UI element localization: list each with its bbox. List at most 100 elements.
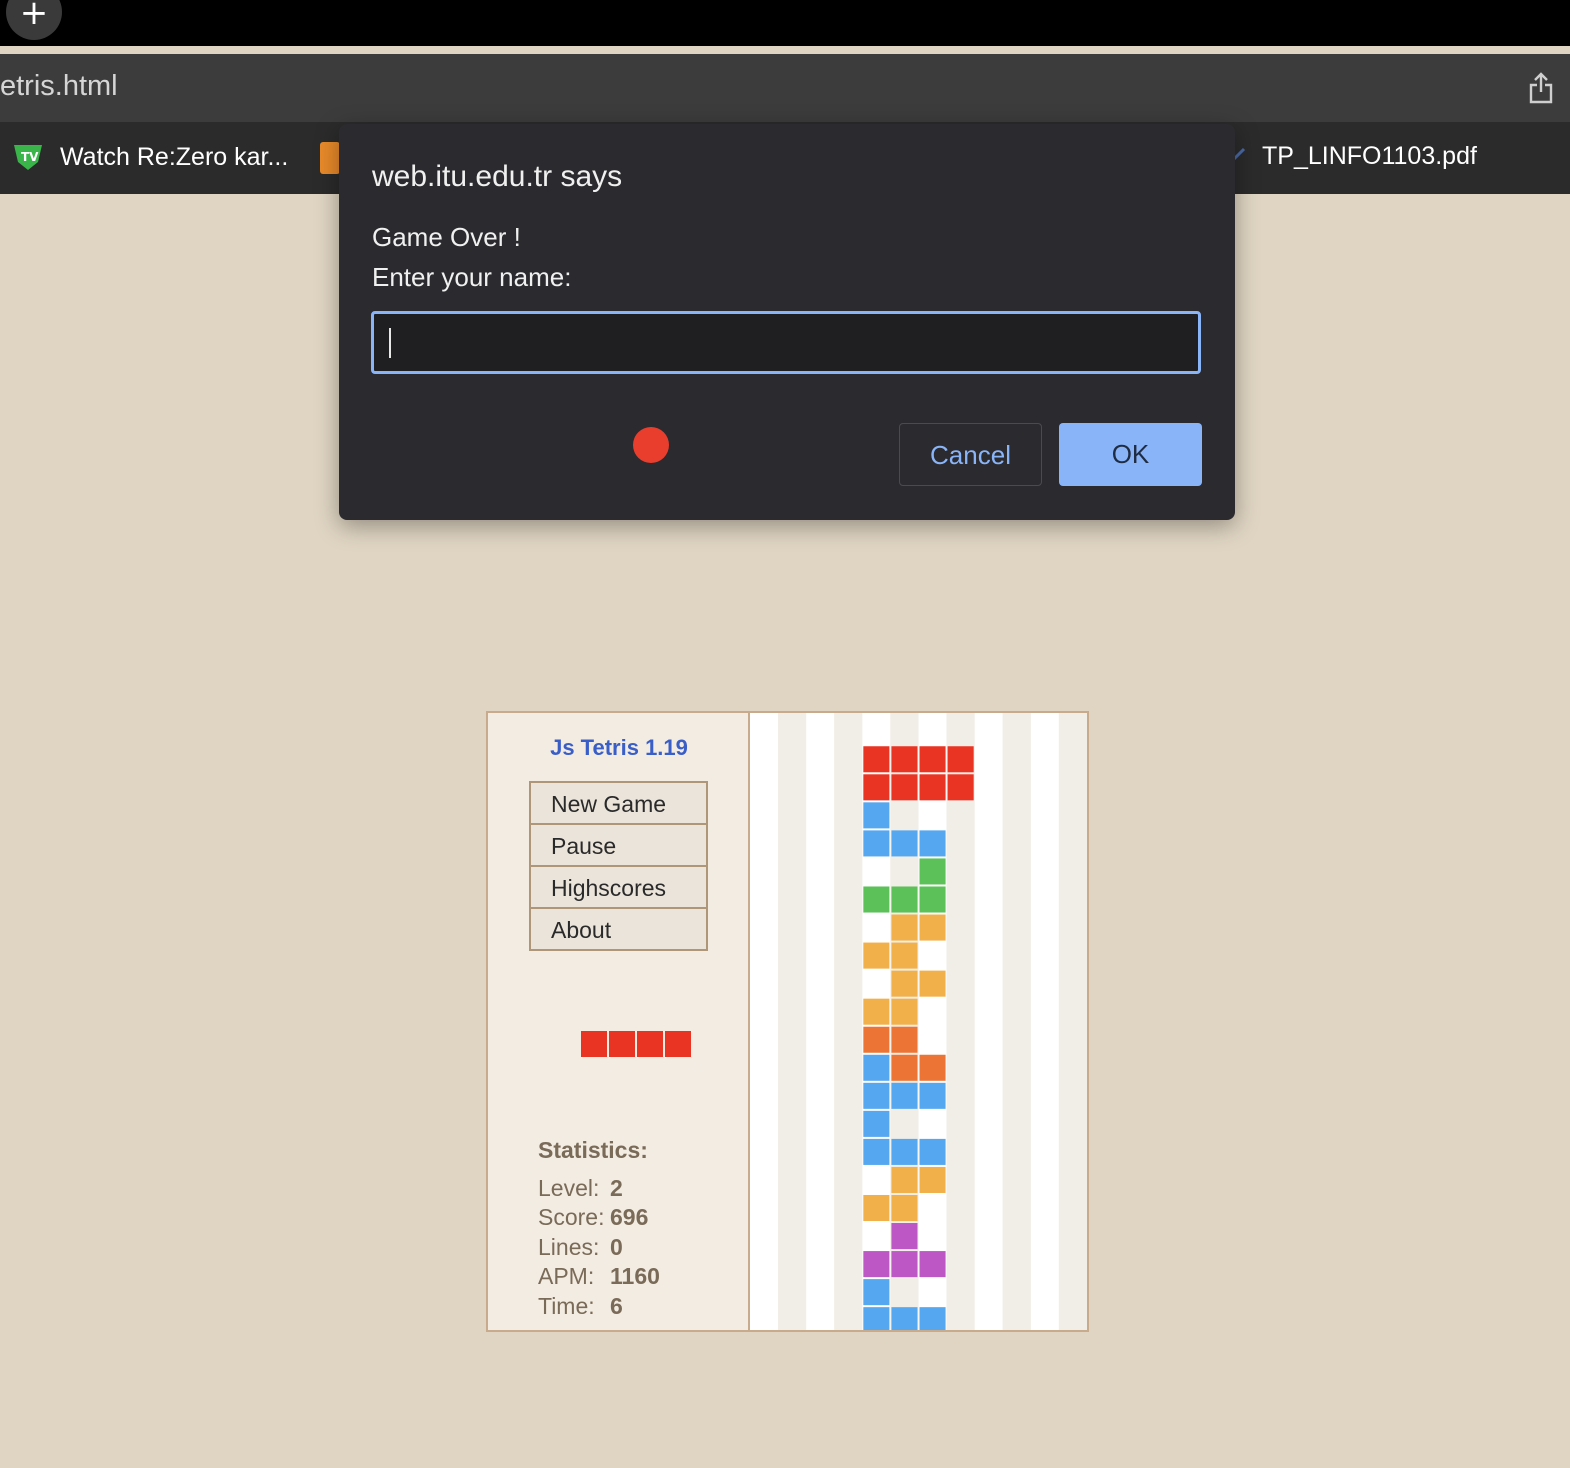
board-block <box>891 1026 918 1053</box>
board-block <box>919 1054 946 1081</box>
board-block <box>863 774 890 801</box>
board-block <box>863 1054 890 1081</box>
board-column <box>974 713 1003 1330</box>
new-tab-button[interactable]: + <box>6 0 62 40</box>
board-block <box>947 746 974 773</box>
board-block <box>891 998 918 1025</box>
bookmark-rezero[interactable]: TV Watch Re:Zero kar... <box>12 142 288 172</box>
board-block <box>891 970 918 997</box>
game-side-panel: Js Tetris 1.19 New Game Pause Highscores… <box>488 713 750 1330</box>
board-block <box>863 998 890 1025</box>
board-column <box>778 713 807 1330</box>
next-piece-block <box>665 1031 691 1057</box>
board-block <box>919 746 946 773</box>
tetris-board[interactable] <box>750 713 1087 1330</box>
game-title: Js Tetris 1.19 <box>550 735 688 760</box>
dialog-prompt-label: Enter your name: <box>372 262 572 292</box>
board-block <box>863 1194 890 1222</box>
board-column <box>1058 713 1087 1330</box>
board-column <box>1030 713 1059 1330</box>
board-block <box>863 746 890 773</box>
cursor-dot <box>633 427 669 463</box>
ok-button[interactable]: OK <box>1059 423 1202 486</box>
next-piece-block <box>581 1031 607 1057</box>
board-block <box>919 1307 946 1330</box>
board-block <box>891 1223 918 1250</box>
board-block <box>891 914 918 941</box>
board-block <box>891 1194 918 1222</box>
board-block <box>891 1054 918 1081</box>
bookmark-tp-pdf[interactable]: TP_LINFO1103.pdf <box>1230 142 1477 171</box>
menu-about[interactable]: About <box>531 909 706 949</box>
tv-shield-icon: TV <box>14 145 42 170</box>
board-block <box>919 858 946 885</box>
next-piece-block <box>637 1031 663 1057</box>
stat-value: 2 <box>610 1175 623 1201</box>
tab-strip: + <box>0 0 1570 46</box>
bookmark-label: TP_LINFO1103.pdf <box>1262 142 1477 170</box>
board-block <box>919 914 946 941</box>
text-caret <box>389 328 391 358</box>
board-block <box>919 1251 946 1278</box>
stat-value: 0 <box>610 1234 623 1260</box>
board-block <box>891 1138 918 1165</box>
stat-label: Time: <box>538 1293 595 1319</box>
stat-value: 696 <box>610 1204 649 1230</box>
tetris-game: Js Tetris 1.19 New Game Pause Highscores… <box>486 711 1089 1332</box>
menu-new-game[interactable]: New Game <box>531 783 706 825</box>
board-block <box>863 886 890 913</box>
svg-text:TV: TV <box>21 150 39 164</box>
dialog-message: Game Over ! <box>372 222 521 252</box>
stat-label: Level: <box>538 1175 600 1201</box>
stat-value: 6 <box>610 1293 623 1319</box>
next-piece-block <box>609 1031 635 1057</box>
game-menu: New Game Pause Highscores About <box>529 781 708 951</box>
stat-value: 1160 <box>610 1263 660 1289</box>
prompt-dialog: web.itu.edu.tr says Game Over ! Enter yo… <box>339 124 1235 520</box>
url-text[interactable]: etris.html <box>0 70 118 103</box>
board-block <box>863 1251 890 1278</box>
board-block <box>891 886 918 913</box>
menu-pause[interactable]: Pause <box>531 825 706 867</box>
board-column <box>946 713 975 1330</box>
next-piece-preview <box>581 1031 693 1059</box>
board-column <box>918 713 947 1330</box>
name-input[interactable] <box>371 311 1201 374</box>
stat-score: Score: 696 <box>538 1204 648 1231</box>
board-block <box>891 1251 918 1278</box>
board-block <box>947 774 974 801</box>
board-block <box>919 886 946 913</box>
board-block <box>891 1082 918 1109</box>
board-block <box>891 942 918 969</box>
bookmark-label: Watch Re:Zero kar... <box>60 142 289 171</box>
board-block <box>919 1138 946 1165</box>
stat-label: Lines: <box>538 1234 600 1260</box>
stat-time: Time: 6 <box>538 1293 623 1320</box>
board-block <box>863 830 890 857</box>
stat-level: Level: 2 <box>538 1175 623 1202</box>
stat-apm: APM: 1160 <box>538 1263 660 1290</box>
board-block <box>919 970 946 997</box>
board-block <box>863 1082 890 1109</box>
board-block <box>863 1138 890 1165</box>
board-column <box>806 713 835 1330</box>
board-block <box>863 942 890 969</box>
cancel-button[interactable]: Cancel <box>899 423 1042 486</box>
plus-icon: + <box>19 0 49 33</box>
board-block <box>863 802 890 829</box>
share-icon[interactable] <box>1528 72 1554 104</box>
statistics-title: Statistics: <box>538 1137 648 1163</box>
board-block <box>919 1166 946 1193</box>
board-column <box>750 713 779 1330</box>
music-icon[interactable] <box>320 142 340 174</box>
stat-label: APM: <box>538 1263 595 1289</box>
dialog-title: web.itu.edu.tr says <box>372 160 623 193</box>
board-block <box>863 1110 890 1137</box>
board-block <box>863 1307 890 1330</box>
menu-highscores[interactable]: Highscores <box>531 867 706 909</box>
board-block <box>863 1026 890 1053</box>
board-block <box>891 774 918 801</box>
board-block <box>919 1082 946 1109</box>
board-block <box>891 746 918 773</box>
board-block <box>919 830 946 857</box>
